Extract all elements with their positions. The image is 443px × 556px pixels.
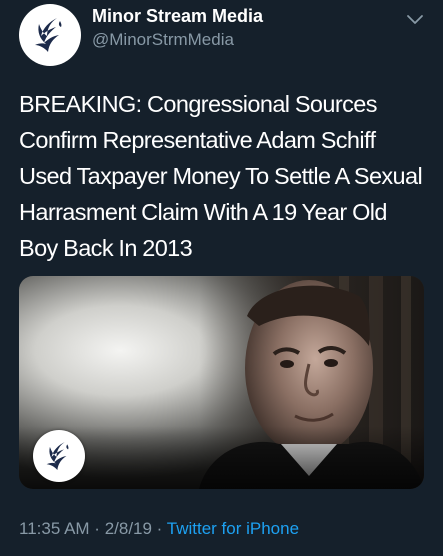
tweet-source-link[interactable]: Twitter for iPhone [167,519,299,538]
stylized-bird-logo-icon [46,441,69,471]
media-watermark-logo [33,430,85,482]
tweet: Minor Stream Media @MinorStrmMedia BREAK… [0,0,443,556]
stylized-bird-logo-icon [35,18,62,52]
meta-separator: · [151,519,167,538]
chevron-down-icon[interactable] [404,8,426,30]
avatar[interactable] [19,4,81,66]
tweet-time: 11:35 AM [19,519,90,538]
meta-separator: · [89,519,105,538]
display-name[interactable]: Minor Stream Media [92,6,263,27]
tweet-metadata: 11:35 AM · 2/8/19 · Twitter for iPhone [19,519,299,539]
tweet-date[interactable]: 2/8/19 [105,519,152,538]
tweet-text: BREAKING: Congressional Sources Confirm … [19,91,423,261]
tweet-media-photo[interactable] [19,276,424,489]
user-handle[interactable]: @MinorStrmMedia [92,30,234,50]
